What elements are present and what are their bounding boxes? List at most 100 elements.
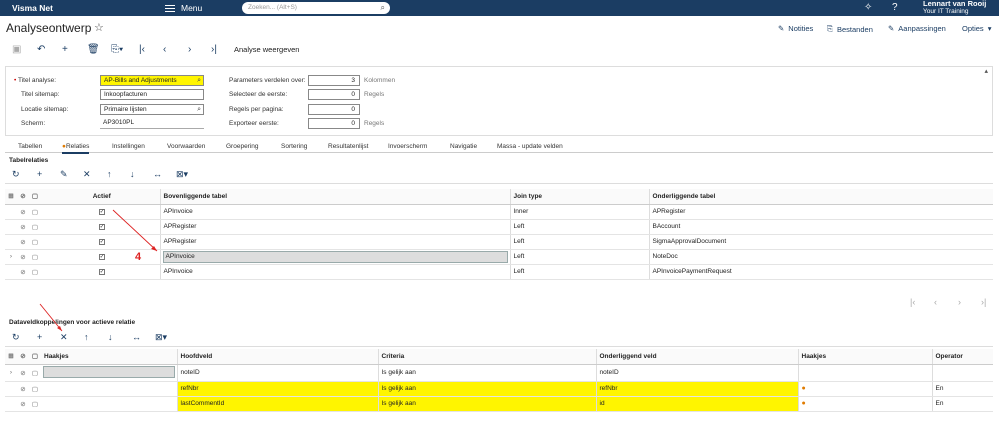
tab-groepering[interactable]: Groepering <box>226 143 259 150</box>
col-criteria[interactable]: Criteria <box>377 349 596 365</box>
user-menu[interactable]: Lennart van Rooij Your IT Training <box>923 0 986 16</box>
last-page-icon[interactable]: ›| <box>981 297 986 307</box>
join-type-cell[interactable]: Inner <box>509 204 649 220</box>
col-actief[interactable]: Actief <box>41 189 160 205</box>
selecteer-field[interactable]: 0 <box>308 89 360 100</box>
haakjes-close-cell[interactable]: ● <box>797 396 932 412</box>
note-icon[interactable]: ▢ <box>29 396 41 412</box>
operator-cell[interactable] <box>931 364 993 382</box>
onderliggend-veld-cell[interactable]: refNbr <box>595 381 798 397</box>
move-down-icon[interactable]: ↓ <box>130 169 135 179</box>
attachment-icon[interactable]: ⊘ <box>17 234 29 250</box>
table-row[interactable]: ⊘ ▢ refNbr Is gelijk aan refNbr ● En <box>5 381 993 397</box>
edit-icon[interactable]: ✎ <box>60 169 68 180</box>
hoofdveld-cell[interactable]: lastCommentId <box>176 396 378 412</box>
first-page-icon[interactable]: |‹ <box>910 297 915 307</box>
titel-analyse-field[interactable]: AP-Bills and Adjustments ⌕ <box>100 75 204 86</box>
haakjes-open-editor[interactable] <box>43 365 175 378</box>
child-table-cell[interactable]: NoteDoc <box>648 249 993 265</box>
operator-cell[interactable]: En <box>931 396 993 412</box>
parent-table-editor[interactable]: APInvoice <box>162 250 508 263</box>
exporteer-field[interactable]: 0 <box>308 118 360 129</box>
tab-resultatenlijst[interactable]: Resultatenlijst <box>328 143 368 150</box>
refresh-icon[interactable]: ↻ <box>12 332 20 343</box>
next-page-icon[interactable]: › <box>958 297 961 307</box>
join-type-cell[interactable]: Left <box>509 264 649 280</box>
table-row[interactable]: ⊘ ▢ ✓ APInvoice Left APInvoicePaymentReq… <box>5 264 993 280</box>
previous-record-icon[interactable]: ‹ <box>163 44 166 55</box>
export-excel-icon[interactable]: ⊠▾ <box>155 332 167 343</box>
join-type-cell[interactable]: Left <box>509 249 649 265</box>
tab-instellingen[interactable]: Instellingen <box>112 143 145 150</box>
note-icon[interactable]: ▢ <box>29 381 41 397</box>
sparkle-icon[interactable]: ✧ <box>864 2 872 13</box>
grid-settings-icon[interactable]: ⊞ <box>5 349 17 365</box>
brand-name[interactable]: Visma Net <box>12 3 152 13</box>
col-haakjes-open[interactable]: Haakjes <box>41 349 177 365</box>
hoofdveld-cell[interactable]: noteID <box>176 364 378 382</box>
search-input[interactable]: Zoeken... (Alt+S) ⌕ <box>242 2 390 14</box>
note-icon[interactable]: ▢ <box>29 364 41 382</box>
attachment-icon[interactable]: ⊘ <box>17 219 29 235</box>
table-row[interactable]: ⊘ ▢ ✓ APRegister Left BAccount <box>5 219 993 235</box>
join-type-cell[interactable]: Left <box>509 234 649 250</box>
lookup-icon[interactable]: ⌕ <box>197 76 201 85</box>
haakjes-open-cell[interactable] <box>41 364 177 382</box>
attachment-icon[interactable]: ⊘ <box>17 204 29 220</box>
attachment-icon[interactable]: ⊘ <box>17 381 29 397</box>
criteria-cell[interactable]: Is gelijk aan <box>377 381 596 397</box>
move-down-icon[interactable]: ↓ <box>108 332 113 342</box>
copy-paste-icon[interactable]: ⎘▾ <box>111 44 123 55</box>
fit-columns-icon[interactable]: ↔ <box>132 332 141 342</box>
operator-cell[interactable]: En <box>931 381 993 397</box>
table-row[interactable]: ⊘ ▢ ✓ APRegister Left SigmaApprovalDocum… <box>5 234 993 250</box>
attachment-icon[interactable]: ⊘ <box>17 364 29 382</box>
refresh-icon[interactable]: ↻ <box>12 169 20 180</box>
table-row[interactable]: ⊘ ▢ lastCommentId Is gelijk aan id ● En <box>5 396 993 412</box>
first-record-icon[interactable]: |‹ <box>139 44 145 55</box>
child-table-cell[interactable]: SigmaApprovalDocument <box>648 234 993 250</box>
previous-page-icon[interactable]: ‹ <box>934 297 937 307</box>
join-type-cell[interactable]: Left <box>509 219 649 235</box>
parameters-field[interactable]: 3 <box>308 75 360 86</box>
move-up-icon[interactable]: ↑ <box>107 169 112 179</box>
next-record-icon[interactable]: › <box>188 44 191 55</box>
parent-table-cell[interactable]: APInvoice <box>159 264 510 280</box>
tab-invoerscherm[interactable]: Invoerscherm <box>388 143 427 150</box>
criteria-cell[interactable]: Is gelijk aan <box>377 396 596 412</box>
criteria-cell[interactable]: Is gelijk aan <box>377 364 596 382</box>
note-icon[interactable]: ▢ <box>29 219 41 235</box>
parent-table-cell[interactable]: APRegister <box>159 219 510 235</box>
tab-voorwaarden[interactable]: Voorwaarden <box>167 143 205 150</box>
add-icon[interactable]: + <box>62 44 68 55</box>
lookup-icon[interactable]: ⌕ <box>197 105 201 114</box>
parent-table-cell[interactable]: APInvoice <box>159 204 510 220</box>
haakjes-close-cell[interactable]: ● <box>797 381 932 397</box>
regels-per-pagina-field[interactable]: 0 <box>308 104 360 115</box>
opties-link[interactable]: Opties ▾ <box>962 24 991 33</box>
actief-checkbox[interactable]: ✓ <box>41 219 160 235</box>
export-excel-icon[interactable]: ⊠▾ <box>176 169 188 180</box>
favorite-star-icon[interactable]: ☆ <box>94 21 104 34</box>
child-table-cell[interactable]: APInvoicePaymentRequest <box>648 264 993 280</box>
grid-settings-icon[interactable]: ⊞ <box>5 189 17 205</box>
note-icon[interactable]: ▢ <box>29 234 41 250</box>
bestanden-link[interactable]: ⎘ Bestanden <box>827 24 873 34</box>
actief-checkbox[interactable]: ✓ <box>41 234 160 250</box>
aanpassingen-link[interactable]: ✎ Aanpassingen <box>888 24 946 33</box>
fit-columns-icon[interactable]: ↔ <box>153 169 162 179</box>
haakjes-close-cell[interactable] <box>797 364 932 382</box>
actief-checkbox[interactable]: ✓ <box>41 264 160 280</box>
locatie-sitemap-field[interactable]: Primaire lijsten ⌕ <box>100 104 204 115</box>
tab-tabellen[interactable]: Tabellen <box>18 143 42 150</box>
tab-massa-update-velden[interactable]: Massa - update velden <box>497 143 563 150</box>
menu-button[interactable]: Menu <box>165 3 202 13</box>
col-operator[interactable]: Operator <box>931 349 993 365</box>
move-up-icon[interactable]: ↑ <box>84 332 89 342</box>
last-record-icon[interactable]: ›| <box>211 44 217 55</box>
table-row-selected[interactable]: › ⊘ ▢ ✓ APInvoice Left NoteDoc <box>5 249 993 265</box>
actief-checkbox[interactable]: ✓ <box>41 249 160 265</box>
help-icon[interactable]: ? <box>892 2 898 13</box>
parent-table-cell[interactable]: APRegister <box>159 234 510 250</box>
haakjes-open-cell[interactable] <box>41 396 177 412</box>
